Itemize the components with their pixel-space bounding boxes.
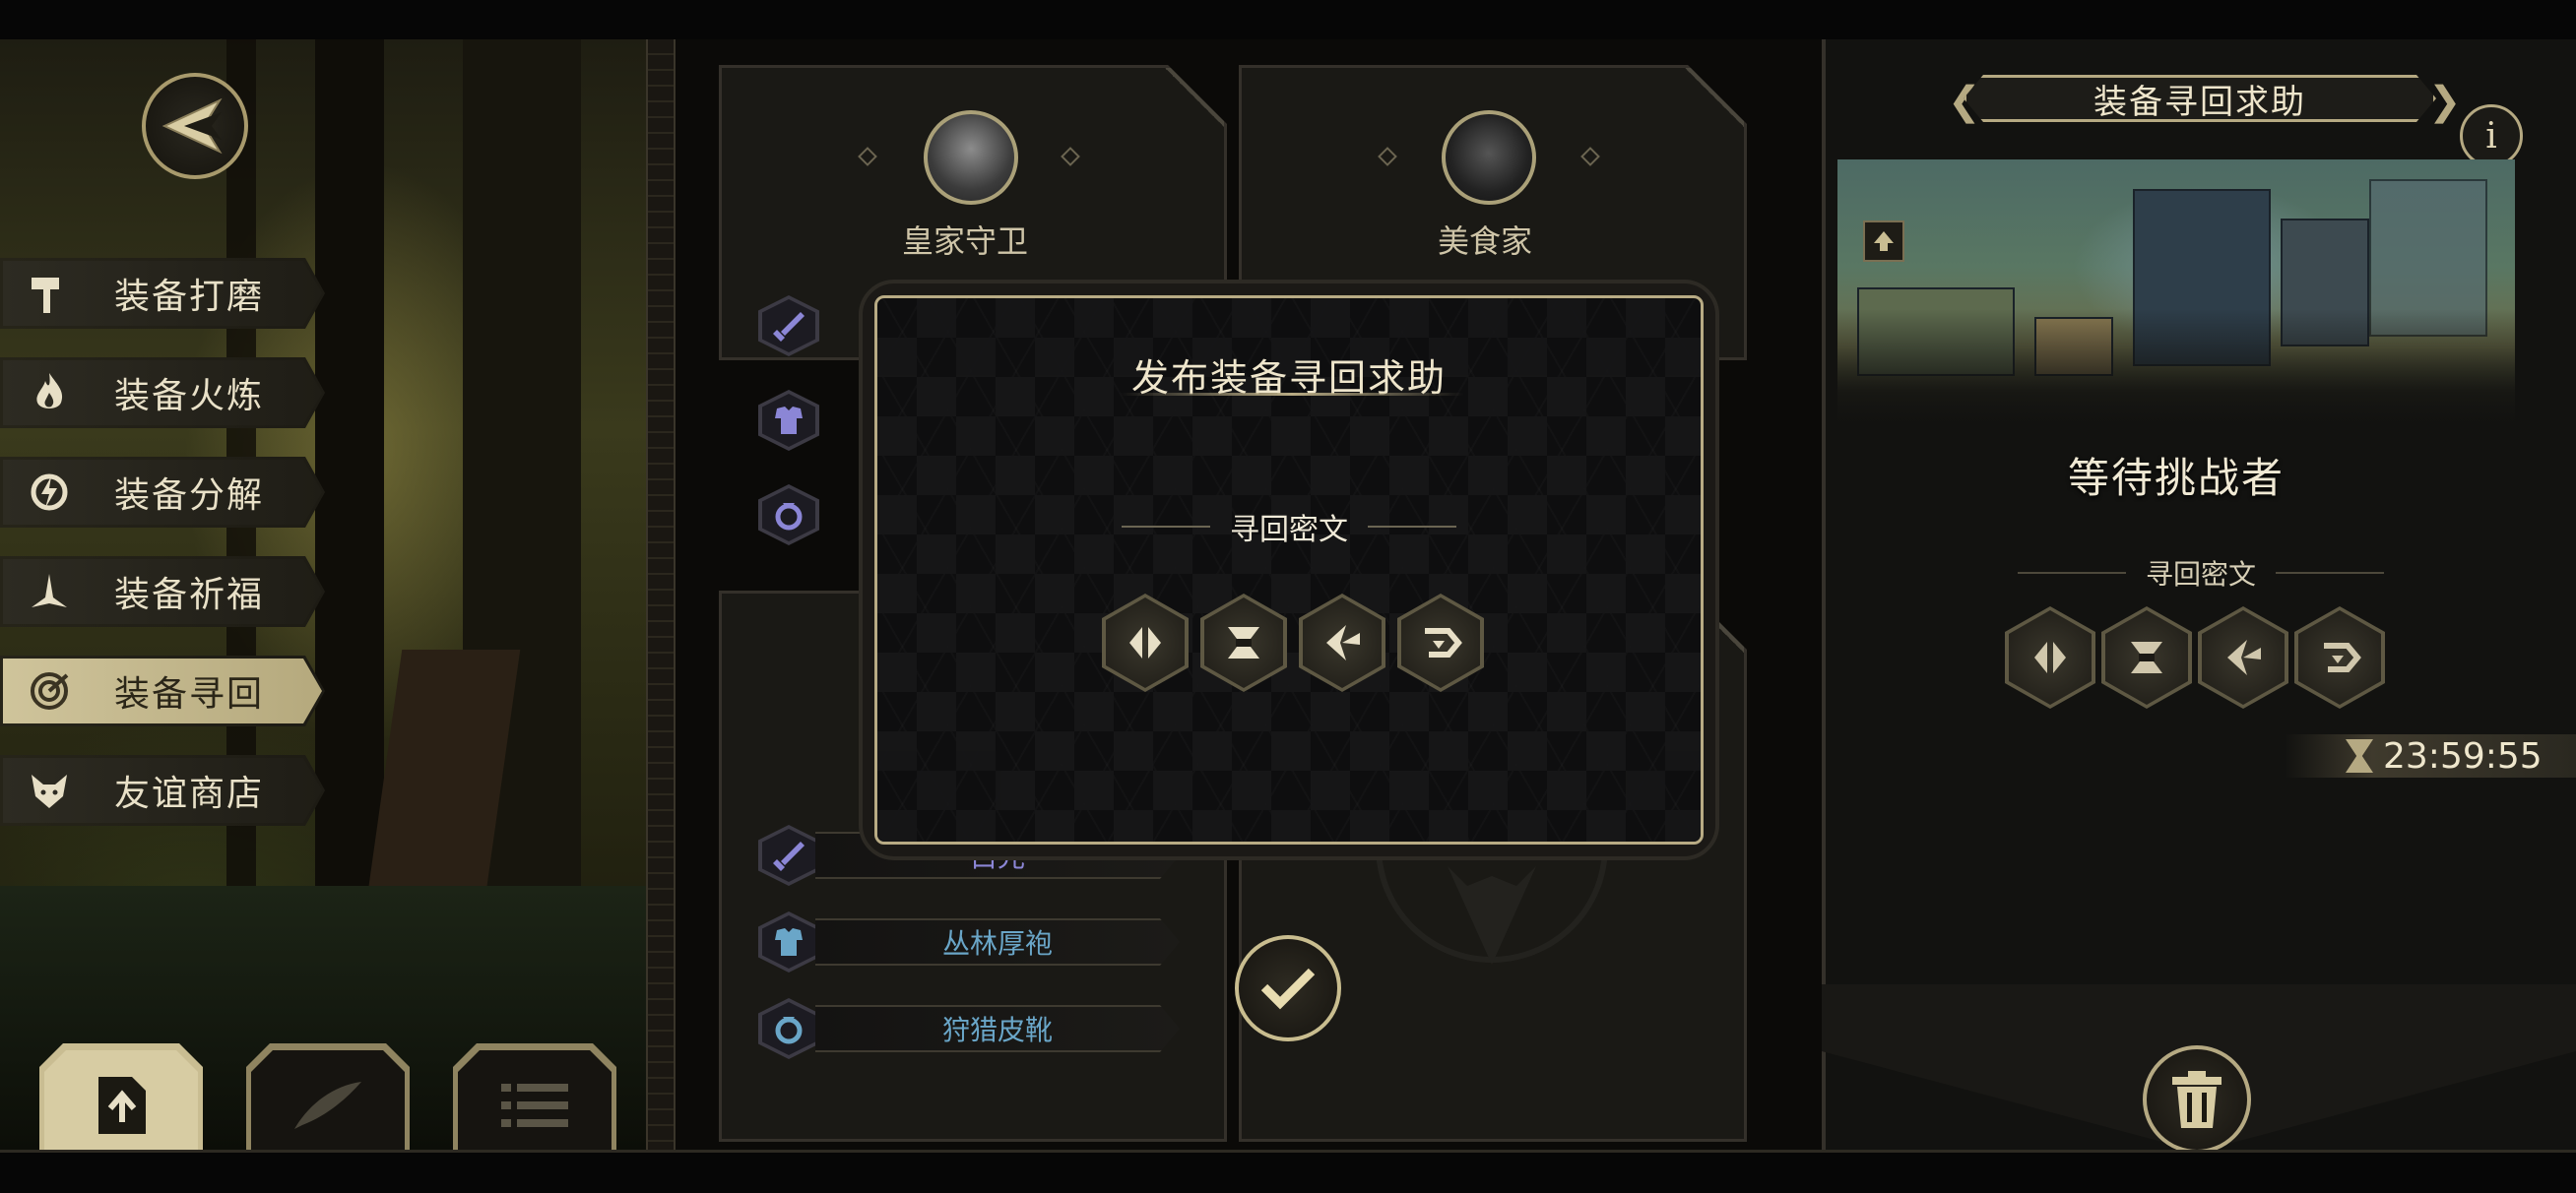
target-icon [24,665,75,717]
back-arrow-icon [161,97,223,155]
rune-slot [2294,606,2385,709]
rune-button[interactable] [1200,594,1287,692]
bottom-letterbox [0,1150,2576,1193]
rune-1-icon [2034,642,2066,673]
ring-icon [775,503,803,531]
rune-1-icon [1129,627,1161,659]
top-letterbox [0,0,2576,39]
rune-button[interactable] [1299,594,1385,692]
menu-item-label: 装备寻回 [114,674,265,715]
menu-item-polish[interactable]: 装备打磨 [0,258,325,329]
sword-icon [773,842,805,871]
hourglass-icon [2346,739,2373,773]
character-name: 美食家 [1438,222,1533,260]
prayer-icon [24,566,75,617]
panel-title: 装备寻回求助 [1964,75,2436,122]
rune-2-icon [2131,642,2162,673]
avatar-royal-guard [924,110,1018,205]
equip-slot[interactable] [758,390,819,451]
hammer-icon [24,268,75,319]
checkmark-icon [1260,968,1316,1010]
menu-item-label: 装备分解 [114,475,265,516]
feather-icon [294,1082,361,1129]
menu-item-retrieve[interactable]: 装备寻回 [0,656,325,726]
countdown-timer: 23:59:55 [2285,734,2576,778]
panel-cipher-label: 寻回密文 [1989,553,2413,593]
back-button[interactable] [142,73,248,179]
status-text: 等待挑战者 [2067,454,2285,502]
disassemble-icon [24,467,75,518]
avatar-gourmet [1442,110,1536,205]
fox-icon [24,765,75,816]
equip-slot-accessory[interactable]: 狩猎皮靴 [758,998,1180,1059]
arrow-up-icon [1874,231,1894,251]
cipher-runes [1102,594,1484,692]
stage-banner-image [1837,159,2515,427]
confirm-button[interactable] [1235,935,1341,1041]
equip-slot[interactable] [758,484,819,545]
flame-icon [24,367,75,418]
game-screen: 装备打磨 装备火炼 装备分解 装备祈福 装备寻回 友谊商店 皇家守卫 美食家 丛… [0,39,2576,1152]
menu-item-label: 装备祈福 [114,575,265,615]
list-icon [501,1084,568,1127]
menu-item-disassemble[interactable]: 装备分解 [0,457,325,528]
trash-icon [2172,1071,2222,1128]
equip-name: 丛林厚袍 [815,918,1180,966]
armor-icon [775,928,803,956]
stage-level-badge [1863,220,1904,262]
equip-slot[interactable] [758,295,819,356]
rune-slot [2101,606,2192,709]
rune-slot [2198,606,2288,709]
rune-3-icon [1326,625,1360,660]
publish-request-dialog: 发布装备寻回求助 寻回密文 [859,280,1719,860]
upload-document-icon [98,1077,146,1134]
info-icon: i [2485,115,2497,157]
character-name: 皇家守卫 [902,222,1029,260]
equip-slot-armor[interactable]: 丛林厚袍 [758,911,1180,973]
bottom-tabs [39,1043,616,1152]
ring-icon [775,1017,803,1044]
info-button[interactable]: i [2460,104,2523,167]
rune-4-icon [1425,628,1462,658]
tab-feather[interactable] [246,1043,410,1152]
menu-item-label: 装备火炼 [114,376,265,416]
menu-item-label: 友谊商店 [114,774,265,814]
armor-icon [775,407,803,434]
tab-list[interactable] [453,1043,616,1152]
rune-button[interactable] [1397,594,1484,692]
side-menu: 装备打磨 装备火炼 装备分解 装备祈福 装备寻回 友谊商店 [0,258,325,854]
delete-request-button[interactable] [2143,1045,2251,1152]
menu-item-blessing[interactable]: 装备祈福 [0,556,325,627]
rune-slot [2005,606,2095,709]
panel-cipher-runes [2005,606,2385,709]
menu-item-friendship-shop[interactable]: 友谊商店 [0,755,325,826]
tab-publish[interactable] [39,1043,203,1152]
rune-button[interactable] [1102,594,1189,692]
sword-icon [773,312,805,342]
dialog-subtitle: 寻回密文 [877,505,1701,548]
menu-item-label: 装备打磨 [114,277,265,317]
rune-3-icon [2227,640,2261,675]
rune-4-icon [2324,643,2361,672]
menu-item-fire-forge[interactable]: 装备火炼 [0,357,325,428]
equip-name: 狩猎皮靴 [815,1005,1180,1052]
panel-divider [646,39,676,1152]
rune-2-icon [1228,627,1259,659]
